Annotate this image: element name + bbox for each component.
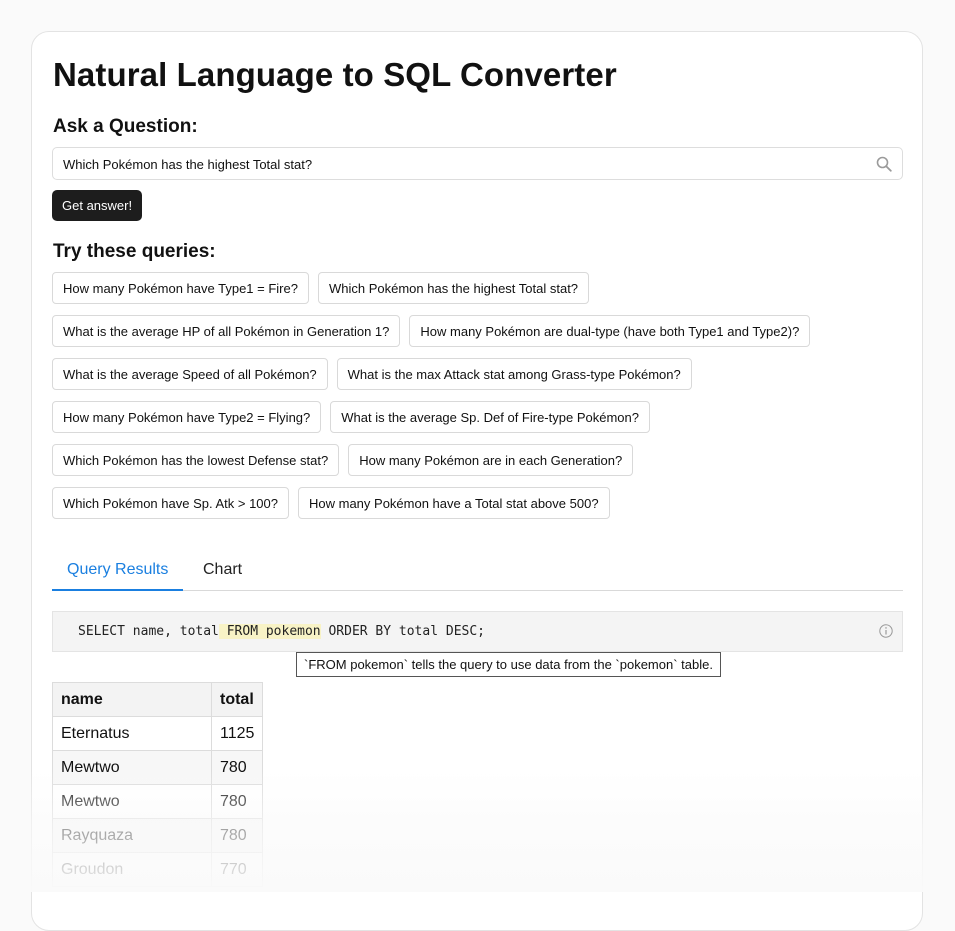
page-title: Natural Language to SQL Converter: [53, 56, 617, 93]
sql-part: SELECT name, total: [78, 624, 219, 639]
example-row: How many Pokémon have Type2 = Flying? Wh…: [52, 401, 912, 433]
example-row: Which Pokémon have Sp. Atk > 100? How ma…: [52, 487, 912, 519]
tab-query-results[interactable]: Query Results: [52, 550, 184, 591]
example-query-chip[interactable]: Which Pokémon have Sp. Atk > 100?: [52, 487, 289, 519]
example-query-chip[interactable]: How many Pokémon have a Total stat above…: [298, 487, 610, 519]
example-query-chip[interactable]: What is the average Sp. Def of Fire-type…: [330, 401, 650, 433]
example-row: What is the average HP of all Pokémon in…: [52, 315, 912, 347]
table-cell: 770: [210, 852, 264, 887]
example-query-chip[interactable]: How many Pokémon have Type1 = Fire?: [52, 272, 309, 304]
example-query-chip[interactable]: Which Pokémon has the lowest Defense sta…: [52, 444, 340, 476]
example-query-chip[interactable]: How many Pokémon are dual-type (have bot…: [409, 315, 811, 347]
table-cell: Rayquaza: [52, 818, 212, 853]
table-header-row: name total: [52, 682, 264, 717]
sql-highlight[interactable]: FROM pokemon: [218, 624, 321, 639]
table-cell: 780: [210, 784, 264, 819]
column-header[interactable]: total: [210, 682, 264, 717]
table-cell: Mewtwo: [52, 784, 212, 819]
tab-chart[interactable]: Chart: [188, 550, 257, 590]
table-cell: Eternatus: [52, 716, 212, 751]
table-cell: 1125: [210, 716, 264, 751]
column-header[interactable]: name: [52, 682, 212, 717]
table-row: Rayquaza 780: [52, 818, 264, 853]
sql-part: ORDER BY total DESC;: [320, 624, 486, 639]
results-table: name total Eternatus 1125 Mewtwo 780 Mew…: [52, 682, 264, 887]
sql-tooltip: `FROM pokemon` tells the query to use da…: [296, 652, 721, 677]
table-row: Mewtwo 780: [52, 750, 264, 785]
ask-heading: Ask a Question:: [53, 116, 198, 137]
example-query-chip[interactable]: What is the average Speed of all Pokémon…: [52, 358, 328, 390]
example-query-chip[interactable]: What is the average HP of all Pokémon in…: [52, 315, 401, 347]
table-row: Groudon 770: [52, 852, 264, 887]
table-cell: Mewtwo: [52, 750, 212, 785]
sql-query: SELECT name, total FROM pokemon ORDER BY…: [78, 624, 485, 639]
example-query-chip[interactable]: Which Pokémon has the highest Total stat…: [317, 272, 590, 304]
table-row: Mewtwo 780: [52, 784, 264, 819]
question-search-box: [52, 147, 903, 181]
example-query-chip[interactable]: How many Pokémon have Type2 = Flying?: [52, 401, 322, 433]
example-query-chip[interactable]: What is the max Attack stat among Grass-…: [336, 358, 692, 390]
example-row: What is the average Speed of all Pokémon…: [52, 358, 912, 390]
example-query-chip[interactable]: How many Pokémon are in each Generation?: [348, 444, 634, 476]
get-answer-button[interactable]: Get answer!: [52, 190, 143, 221]
example-row: Which Pokémon has the lowest Defense sta…: [52, 444, 912, 476]
try-heading: Try these queries:: [53, 241, 216, 262]
example-queries: How many Pokémon have Type1 = Fire? Whic…: [52, 272, 912, 530]
search-icon[interactable]: [876, 156, 892, 172]
example-row: How many Pokémon have Type1 = Fire? Whic…: [52, 272, 912, 304]
table-cell: Groudon: [52, 852, 212, 887]
result-tabs: Query Results Chart: [52, 550, 903, 591]
table-cell: 780: [210, 750, 264, 785]
sql-code-box: SELECT name, total FROM pokemon ORDER BY…: [52, 611, 903, 652]
table-row: Eternatus 1125: [52, 716, 264, 751]
info-icon[interactable]: [879, 624, 893, 638]
question-input[interactable]: [61, 148, 865, 181]
table-cell: 780: [210, 818, 264, 853]
